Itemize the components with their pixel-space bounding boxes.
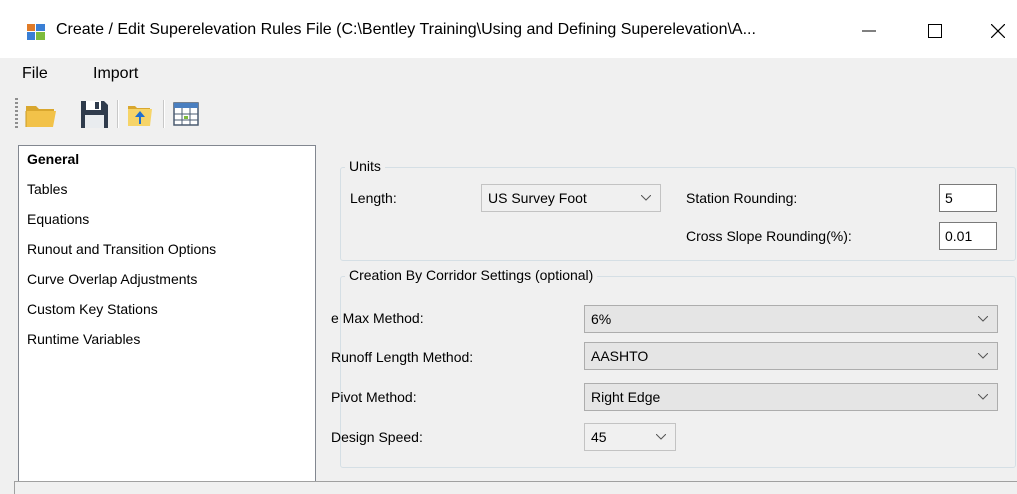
chevron-down-icon bbox=[978, 353, 988, 359]
runoff-length-method-value: AASHTO bbox=[591, 348, 649, 364]
status-bar bbox=[14, 481, 1017, 494]
sidebar-item-runtime-variables[interactable]: Runtime Variables bbox=[27, 331, 140, 347]
emax-method-label: e Max Method: bbox=[331, 310, 424, 326]
pivot-method-select[interactable]: Right Edge bbox=[584, 383, 998, 411]
window-title: Create / Edit Superelevation Rules File … bbox=[56, 21, 756, 38]
sidebar-item-runout[interactable]: Runout and Transition Options bbox=[27, 241, 216, 257]
toolbar-separator bbox=[163, 100, 165, 128]
chevron-down-icon bbox=[656, 434, 666, 440]
menu-bar: File Import bbox=[0, 58, 1017, 90]
pivot-method-label: Pivot Method: bbox=[331, 389, 417, 405]
close-icon bbox=[991, 24, 1005, 38]
station-rounding-field[interactable]: 5 bbox=[939, 184, 997, 212]
cross-slope-rounding-field[interactable]: 0.01 bbox=[939, 222, 997, 250]
minimize-button[interactable] bbox=[846, 14, 892, 50]
chevron-down-icon bbox=[641, 195, 651, 201]
chevron-down-icon bbox=[978, 394, 988, 400]
import-folder-icon bbox=[128, 106, 152, 126]
cross-slope-rounding-label: Cross Slope Rounding(%): bbox=[686, 228, 852, 244]
toolbar-separator bbox=[117, 100, 119, 128]
menu-file[interactable]: File bbox=[22, 65, 48, 83]
table-button[interactable] bbox=[170, 98, 202, 130]
station-rounding-value: 5 bbox=[945, 190, 953, 206]
length-select[interactable]: US Survey Foot bbox=[481, 184, 661, 212]
close-button[interactable] bbox=[975, 14, 1017, 50]
sidebar-item-equations[interactable]: Equations bbox=[27, 211, 89, 227]
length-select-value: US Survey Foot bbox=[488, 190, 587, 206]
sidebar-item-custom-key-stations[interactable]: Custom Key Stations bbox=[27, 301, 158, 317]
maximize-button[interactable] bbox=[912, 14, 958, 50]
emax-method-value: 6% bbox=[591, 311, 612, 327]
design-speed-value: 45 bbox=[591, 429, 607, 445]
design-speed-label: Design Speed: bbox=[331, 429, 423, 445]
toolbar bbox=[0, 92, 1017, 136]
runoff-length-method-select[interactable]: AASHTO bbox=[584, 342, 998, 370]
sidebar-item-curve-overlap[interactable]: Curve Overlap Adjustments bbox=[27, 271, 197, 287]
open-folder-icon bbox=[25, 106, 56, 127]
units-group bbox=[340, 167, 1016, 261]
title-bar: Create / Edit Superelevation Rules File … bbox=[0, 0, 1017, 58]
category-list[interactable]: General Tables Equations Runout and Tran… bbox=[18, 145, 316, 487]
menu-import[interactable]: Import bbox=[93, 65, 138, 83]
design-speed-select[interactable]: 45 bbox=[584, 423, 676, 451]
sidebar-item-general[interactable]: General bbox=[27, 151, 79, 167]
pivot-method-value: Right Edge bbox=[591, 389, 661, 405]
table-grid-icon bbox=[173, 102, 199, 126]
save-icon bbox=[81, 101, 108, 128]
units-legend: Units bbox=[345, 158, 385, 174]
cross-slope-rounding-value: 0.01 bbox=[945, 228, 973, 244]
open-button[interactable] bbox=[24, 98, 56, 130]
station-rounding-label: Station Rounding: bbox=[686, 190, 798, 206]
minimize-icon bbox=[862, 30, 876, 32]
import-button[interactable] bbox=[124, 98, 156, 130]
emax-method-select[interactable]: 6% bbox=[584, 305, 998, 333]
length-label: Length: bbox=[350, 190, 397, 206]
maximize-icon bbox=[928, 24, 942, 38]
sidebar-item-tables[interactable]: Tables bbox=[27, 181, 67, 197]
toolbar-grip[interactable] bbox=[15, 98, 18, 130]
chevron-down-icon bbox=[978, 316, 988, 322]
save-button[interactable] bbox=[78, 98, 110, 130]
corridor-settings-legend: Creation By Corridor Settings (optional) bbox=[345, 267, 598, 283]
app-grid-icon bbox=[27, 24, 45, 40]
runoff-length-method-label: Runoff Length Method: bbox=[331, 349, 474, 365]
